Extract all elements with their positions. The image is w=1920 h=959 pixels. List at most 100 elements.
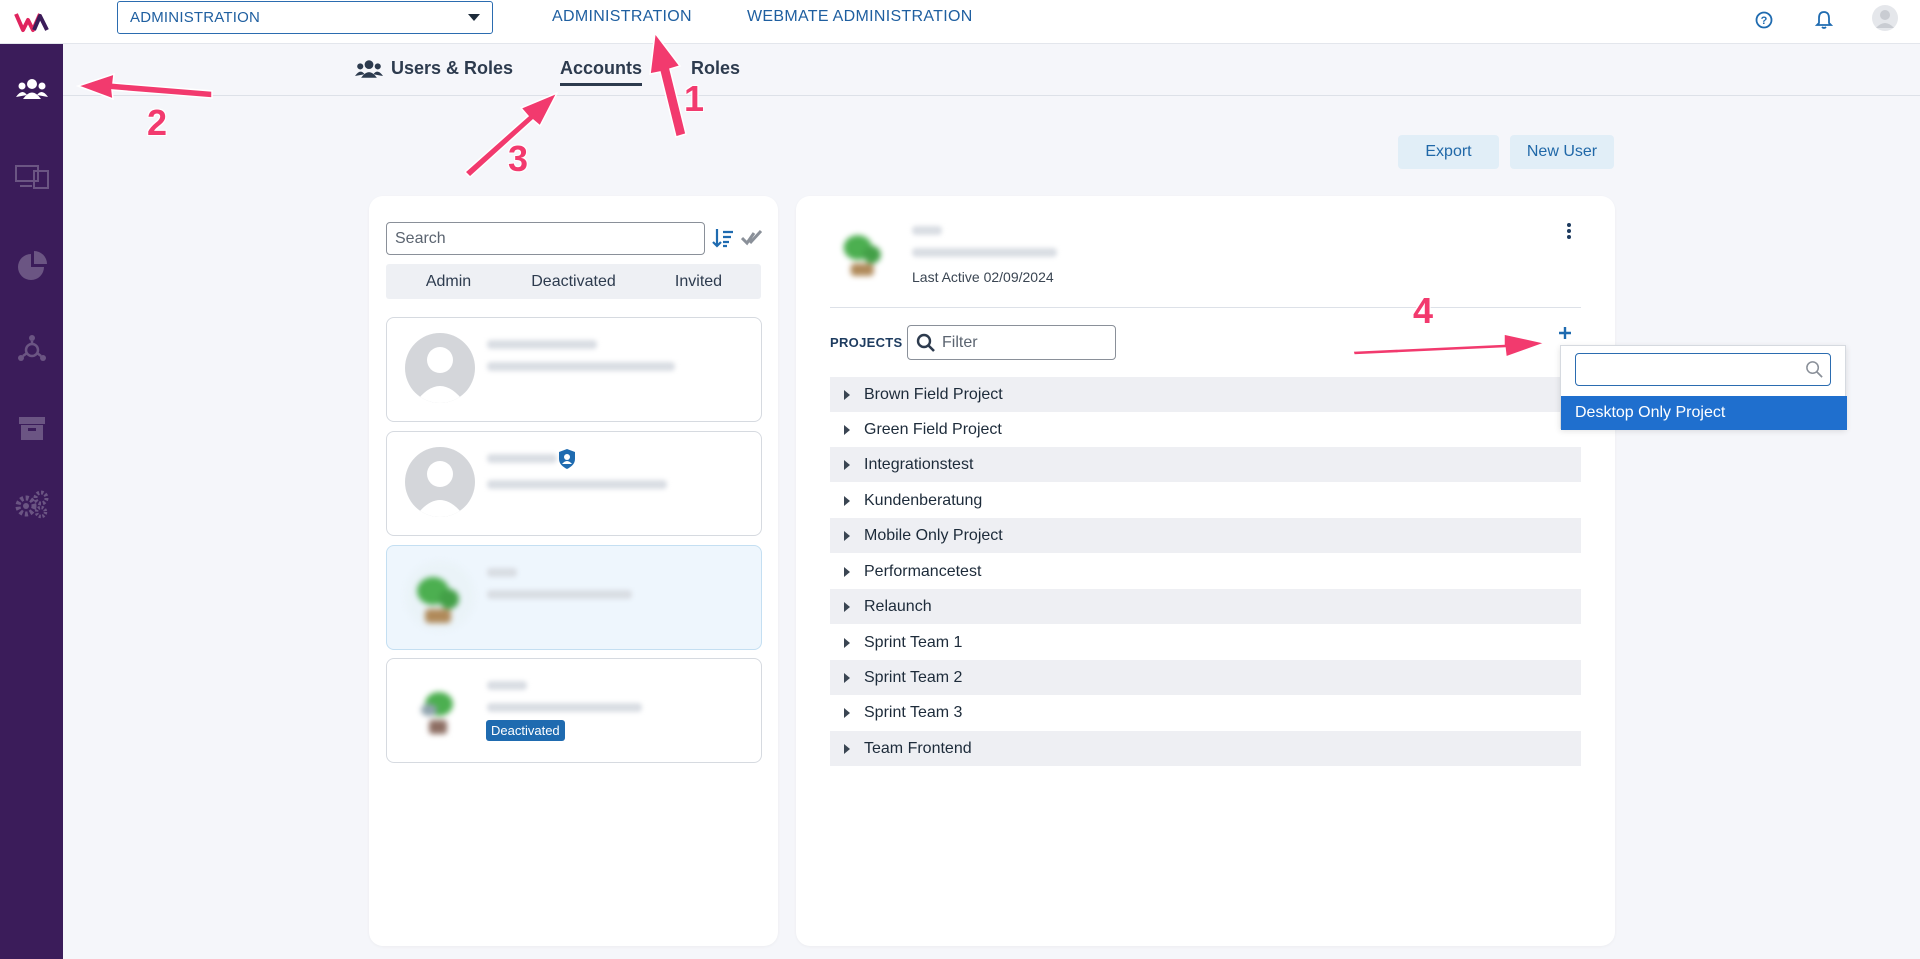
blurred-email [487, 703, 642, 712]
user-avatar-icon[interactable] [1872, 5, 1898, 31]
bell-icon[interactable] [1813, 9, 1835, 31]
project-filter-input[interactable]: Filter [907, 325, 1116, 360]
tab-users-roles[interactable]: Users & Roles [355, 58, 513, 79]
caret-right-icon [844, 743, 850, 754]
annotation-label-2: 2 [147, 102, 168, 143]
caret-right-icon [844, 424, 850, 435]
add-project-dropdown: Desktop Only Project [1560, 345, 1847, 430]
annotation-label-1: 1 [684, 78, 705, 119]
project-row[interactable]: Performancetest [830, 554, 1581, 589]
avatar [405, 561, 475, 631]
project-row[interactable]: Brown Field Project [830, 377, 1581, 412]
top-bar: ADMINISTRATION ADMINISTRATION WEBMATE AD… [0, 0, 1920, 44]
new-user-button[interactable]: New User [1510, 135, 1614, 169]
deactivated-badge: Deactivated [486, 720, 565, 741]
avatar [833, 221, 895, 283]
tab-accounts-label: Accounts [560, 58, 643, 78]
double-check-icon[interactable] [741, 229, 763, 247]
tab-roles-label: Roles [691, 58, 741, 78]
blurred-email [487, 480, 667, 489]
blurred-name [912, 226, 942, 235]
blurred-name [487, 454, 557, 463]
help-icon[interactable]: ? [1753, 9, 1775, 31]
sort-icon[interactable] [712, 227, 734, 249]
nav-webmate-administration[interactable]: WEBMATE ADMINISTRATION [747, 8, 973, 26]
project-row[interactable]: Green Field Project [830, 412, 1581, 447]
context-select[interactable]: ADMINISTRATION [117, 1, 493, 34]
project-row[interactable]: Sprint Team 3 [830, 695, 1581, 730]
user-card-selected[interactable] [386, 545, 762, 650]
caret-right-icon [844, 389, 850, 400]
settings-icon [15, 490, 48, 519]
project-row[interactable]: Team Frontend [830, 731, 1581, 766]
caret-right-icon [844, 672, 850, 683]
last-active-text: Last Active 02/09/2024 [912, 269, 1054, 285]
blurred-email [912, 248, 1057, 257]
project-name: Green Field Project [864, 420, 1002, 438]
project-name: Performancetest [864, 562, 982, 580]
filter-placeholder: Filter [942, 333, 978, 351]
sidebar-item-settings[interactable] [0, 476, 63, 532]
users-icon [355, 59, 383, 78]
projects-label: PROJECTS [830, 335, 903, 350]
sidebar-item-archive[interactable] [0, 400, 63, 456]
caret-right-icon [844, 601, 850, 612]
devices-icon [14, 165, 49, 189]
project-name: Kundenberatung [864, 491, 983, 509]
sidebar-item-analytics[interactable] [0, 238, 63, 294]
filter-deactivated[interactable]: Deactivated [511, 264, 636, 299]
dropdown-search-input[interactable] [1575, 353, 1831, 386]
user-card[interactable] [386, 431, 762, 536]
webmate-logo[interactable] [14, 8, 50, 36]
project-row[interactable]: Mobile Only Project [830, 518, 1581, 553]
project-name: Brown Field Project [864, 385, 1003, 403]
caret-right-icon [844, 707, 850, 718]
tab-accounts[interactable]: Accounts [560, 58, 643, 86]
avatar [405, 333, 475, 403]
user-card[interactable]: Deactivated [386, 658, 762, 763]
sub-tabs: Users & Roles Accounts Roles [63, 44, 1920, 96]
context-select-value: ADMINISTRATION [130, 9, 261, 26]
caret-right-icon [844, 530, 850, 541]
caret-right-icon [844, 459, 850, 470]
project-row[interactable]: Integrationstest [830, 447, 1581, 482]
project-row[interactable]: Kundenberatung [830, 483, 1581, 518]
add-project-icon[interactable] [1558, 326, 1572, 340]
annotation-label-4: 4 [1413, 290, 1434, 331]
search-icon [916, 333, 935, 352]
blurred-email [487, 362, 675, 371]
integrations-icon [17, 335, 46, 361]
project-row[interactable]: Sprint Team 2 [830, 660, 1581, 695]
export-button[interactable]: Export [1398, 135, 1499, 169]
search-input[interactable]: Search [386, 222, 705, 255]
filter-admin[interactable]: Admin [386, 264, 511, 299]
search-placeholder: Search [395, 229, 446, 247]
sidebar-item-users[interactable] [0, 61, 63, 117]
tab-roles[interactable]: Roles [691, 58, 740, 79]
blurred-name [487, 681, 527, 690]
blurred-name [487, 340, 597, 349]
more-vertical-icon[interactable] [1566, 222, 1572, 240]
dropdown-option[interactable]: Desktop Only Project [1561, 396, 1847, 430]
project-name: Integrationstest [864, 455, 974, 473]
project-row[interactable]: Sprint Team 1 [830, 625, 1581, 660]
caret-right-icon [844, 637, 850, 648]
avatar [405, 674, 475, 744]
divider [830, 307, 1581, 308]
caret-right-icon [844, 566, 850, 577]
admin-shield-icon [559, 449, 575, 469]
project-row[interactable]: Relaunch [830, 589, 1581, 624]
blurred-name [487, 568, 517, 577]
search-icon [1806, 361, 1823, 378]
user-card[interactable] [386, 317, 762, 422]
avatar [405, 447, 475, 517]
nav-administration[interactable]: ADMINISTRATION [552, 8, 692, 26]
sidebar-item-devices[interactable] [0, 148, 63, 204]
caret-right-icon [844, 495, 850, 506]
filter-invited[interactable]: Invited [636, 264, 761, 299]
tab-users-roles-label: Users & Roles [391, 58, 514, 78]
sidebar-item-integrations[interactable] [0, 321, 63, 377]
users-icon [15, 79, 48, 99]
project-name: Mobile Only Project [864, 526, 1003, 544]
analytics-icon [17, 251, 47, 280]
